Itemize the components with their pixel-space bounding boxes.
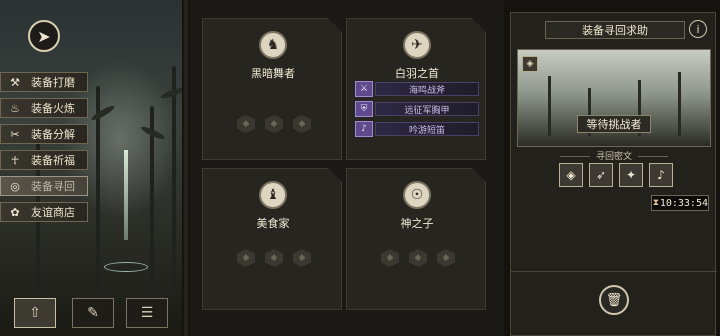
hero-card[interactable]: ☉ 神之子 ◆ ◆ ◆: [346, 168, 486, 310]
menu-item-label: 装备火炼: [31, 102, 75, 115]
menu-item-bless[interactable]: ☥ 装备祈福: [0, 150, 88, 170]
info-icon[interactable]: i: [689, 20, 707, 38]
menu-item-forge[interactable]: ♨ 装备火炼: [0, 98, 88, 118]
divine-child-avatar-icon: ☉: [403, 181, 431, 209]
armor-slot-icon[interactable]: ◆: [265, 249, 283, 267]
runes-title: 寻回密文: [511, 149, 717, 162]
feather-icon: ✎: [87, 305, 99, 321]
chestplate-icon: ⛨: [355, 101, 373, 117]
corn-stalk: [172, 66, 176, 296]
accessory-slot-icon[interactable]: ◆: [293, 115, 311, 133]
hero-card-grid: ♞ 黑暗舞者 ◆ ◆ ◆ ✈ 白羽之首 ⚔ 海鸣战斧 ⛨ 远征军胸甲 ♪ 吟游短…: [190, 0, 504, 336]
feather-tab-button[interactable]: ✎: [72, 298, 114, 328]
ring-icon: ♪: [355, 121, 373, 137]
back-button[interactable]: ➤: [28, 20, 60, 52]
weapon-slot-icon[interactable]: ◆: [237, 249, 255, 267]
dancer-avatar-icon: ♞: [259, 31, 287, 59]
armor-slot-icon[interactable]: ◆: [265, 115, 283, 133]
rune-diamond-icon[interactable]: ◈: [559, 163, 583, 187]
list-icon: ☰: [140, 305, 154, 321]
hourglass-icon: ⧗: [652, 198, 660, 208]
menu-item-dismantle[interactable]: ✂ 装备分解: [0, 124, 88, 144]
break-icon: ✂: [10, 127, 20, 141]
list-tab-button[interactable]: ☰: [126, 298, 168, 328]
rune-star-icon[interactable]: ✦: [619, 163, 643, 187]
badge-icon: ◈: [522, 56, 538, 72]
equipment-label: 海鸣战斧: [375, 82, 479, 96]
menu-item-label: 装备祈福: [31, 154, 75, 167]
rune-row: ◈ ➶ ✦ ♪: [559, 163, 673, 187]
panel-title: 装备寻回求助: [545, 21, 685, 39]
equipment-list: ⚔ 海鸣战斧 ⛨ 远征军胸甲 ♪ 吟游短笛: [355, 81, 479, 141]
shop-icon: ✿: [10, 205, 20, 219]
back-arrow-icon: ➤: [37, 26, 51, 46]
hero-card[interactable]: ♞ 黑暗舞者 ◆ ◆ ◆: [202, 18, 342, 160]
flame-icon: ♨: [10, 101, 20, 115]
timer-value: 10:33:54: [659, 197, 708, 209]
panel-divider: [182, 0, 190, 336]
countdown-timer: ⧗ 10:33:54: [651, 195, 709, 211]
feather-chief-avatar-icon: ✈: [403, 31, 431, 59]
equipment-label: 远征军胸甲: [375, 102, 479, 116]
ground-ring: [104, 262, 148, 272]
accessory-slot-icon[interactable]: ◆: [437, 249, 455, 267]
hero-name: 神之子: [400, 217, 434, 230]
pray-icon: ☥: [10, 153, 20, 167]
rune-note-icon[interactable]: ♪: [649, 163, 673, 187]
rune-arrow-icon[interactable]: ➶: [589, 163, 613, 187]
menu-item-label: 装备打磨: [31, 76, 75, 89]
hero-name: 黑暗舞者: [251, 67, 295, 80]
hammer-icon: ⚒: [10, 75, 20, 89]
gourmet-avatar-icon: ♝: [259, 181, 287, 209]
weapon-slot-icon[interactable]: ◆: [381, 249, 399, 267]
accessory-slot-icon[interactable]: ◆: [293, 249, 311, 267]
equipment-item[interactable]: ⚔ 海鸣战斧: [355, 81, 479, 97]
equipment-slots: ◆ ◆ ◆: [237, 249, 311, 267]
equipment-slots: ◆ ◆ ◆: [237, 115, 311, 133]
equipment-menu: ⚒ 装备打磨 ♨ 装备火炼 ✂ 装备分解 ☥ 装备祈福 ◎ 装备寻回 ✿ 友谊商…: [0, 72, 88, 228]
menu-item-label: 装备分解: [31, 128, 75, 141]
glowing-staff: [124, 150, 128, 240]
hero-name: 美食家: [256, 217, 290, 230]
menu-item-label: 装备寻回: [31, 180, 75, 193]
panel-separator: [511, 271, 717, 272]
upgrade-icon: ⇧: [29, 305, 41, 321]
scene-background: ➤ ⚒ 装备打磨 ♨ 装备火炼 ✂ 装备分解 ☥ 装备祈福 ◎ 装备寻回 ✿ 友…: [0, 0, 190, 336]
hero-name: 白羽之首: [395, 67, 439, 80]
equipment-slots: ◆ ◆ ◆: [381, 249, 455, 267]
status-badge: 等待挑战者: [577, 115, 651, 133]
trash-icon[interactable]: 🗑: [599, 285, 629, 315]
hero-card[interactable]: ✈ 白羽之首 ⚔ 海鸣战斧 ⛨ 远征军胸甲 ♪ 吟游短笛: [346, 18, 486, 160]
menu-item-polish[interactable]: ⚒ 装备打磨: [0, 72, 88, 92]
equipment-label: 吟游短笛: [375, 122, 479, 136]
hero-card[interactable]: ♝ 美食家 ◆ ◆ ◆: [202, 168, 342, 310]
dead-tree: [678, 72, 681, 136]
equipment-item[interactable]: ♪ 吟游短笛: [355, 121, 479, 137]
equipment-item[interactable]: ⛨ 远征军胸甲: [355, 101, 479, 117]
axe-icon: ⚔: [355, 81, 373, 97]
weapon-slot-icon[interactable]: ◆: [237, 115, 255, 133]
menu-item-shop[interactable]: ✿ 友谊商店: [0, 202, 88, 222]
dead-tree: [548, 76, 551, 136]
menu-item-label: 友谊商店: [31, 206, 75, 219]
retrieve-help-panel: 装备寻回求助 i ◈ 等待挑战者 寻回密文 ◈ ➶ ✦ ♪ ⧗ 10:33:54…: [510, 12, 717, 336]
armor-slot-icon[interactable]: ◆: [409, 249, 427, 267]
menu-item-retrieve[interactable]: ◎ 装备寻回: [0, 176, 88, 196]
upgrade-tab-button[interactable]: ⇧: [14, 298, 56, 328]
retrieve-icon: ◎: [10, 179, 20, 193]
